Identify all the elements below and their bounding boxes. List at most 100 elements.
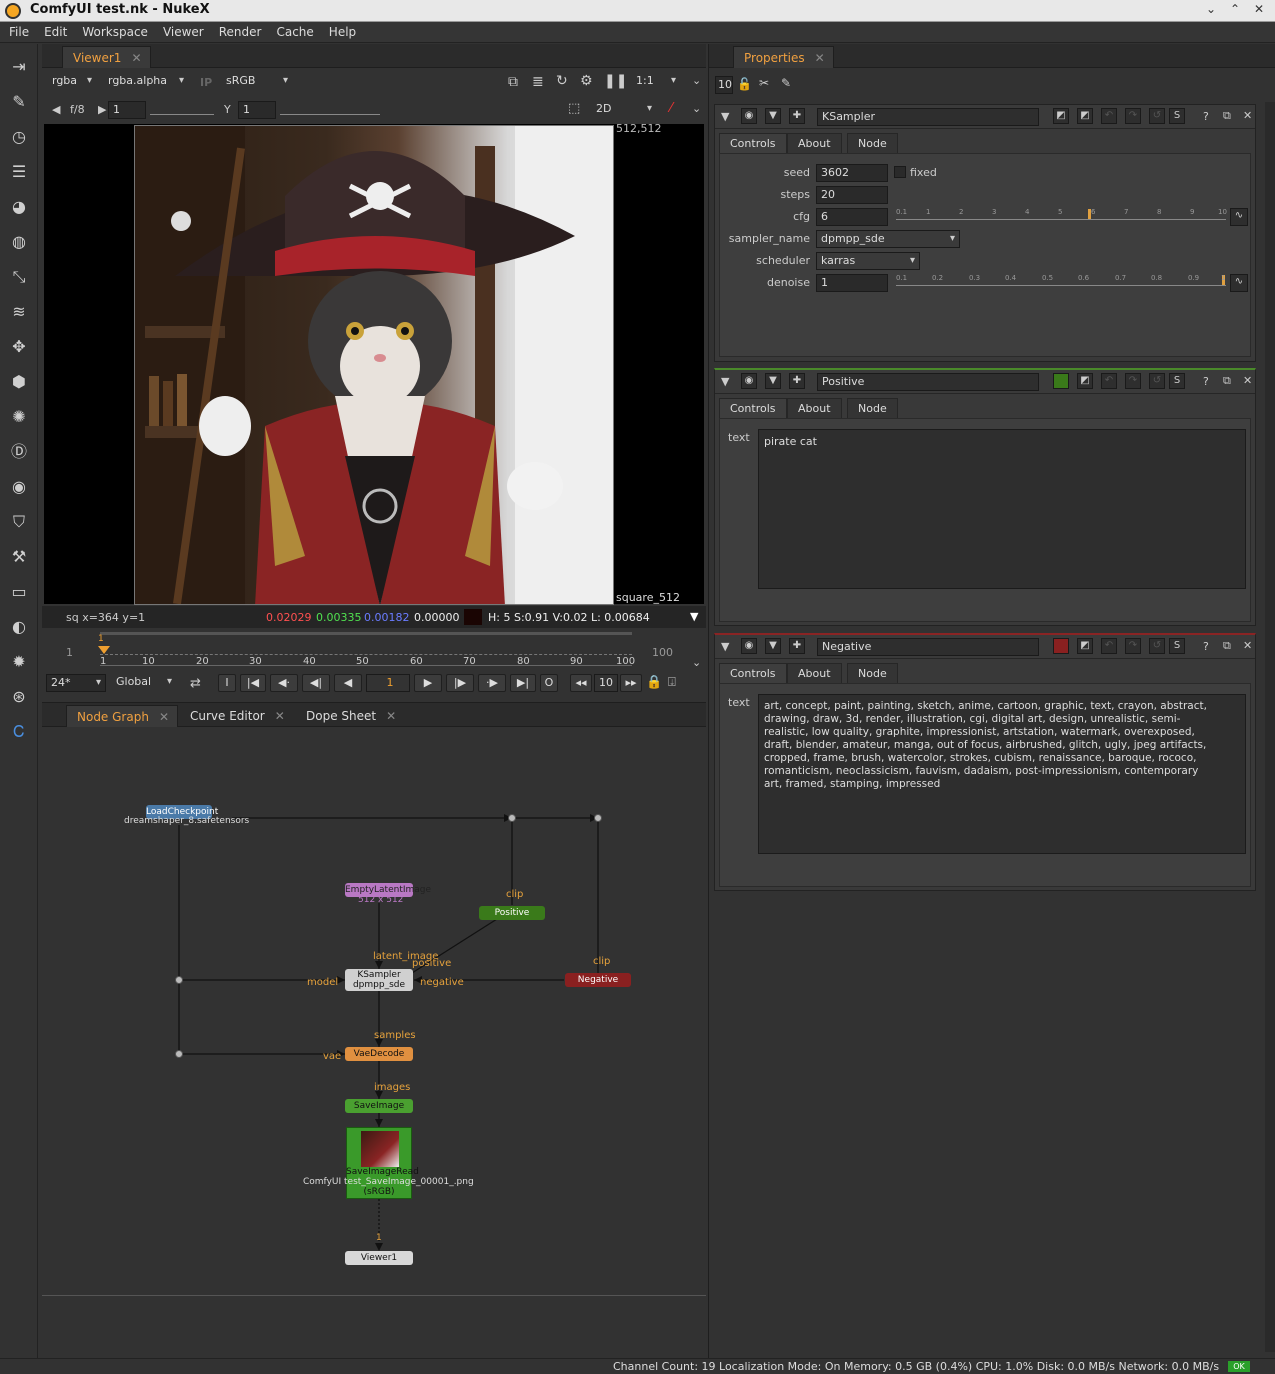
close-tab-icon[interactable]: ✕ [815, 51, 825, 65]
in-point-button[interactable]: I [218, 674, 236, 692]
gain-slider[interactable] [150, 101, 214, 115]
prev-keyframe-icon[interactable]: ◀· [270, 674, 298, 692]
tab-about[interactable]: About [787, 663, 842, 683]
colorspace-dropdown[interactable]: sRGB [222, 73, 292, 91]
tab-node[interactable]: Node [847, 133, 898, 153]
close-icon[interactable]: ✕ [1248, 2, 1270, 20]
timeline-expand-icon[interactable]: ⌄ [692, 656, 701, 669]
roi-box-icon[interactable]: ⬚ [568, 101, 580, 116]
dot-node[interactable] [175, 976, 183, 984]
close-tab-icon[interactable]: ✕ [159, 710, 169, 724]
font-color-icon[interactable]: ◩ [1077, 638, 1093, 654]
gamma-slider[interactable] [280, 101, 380, 115]
cara-icon[interactable]: ✹ [8, 651, 30, 673]
tile-color-icon[interactable] [1053, 638, 1069, 654]
paint-icon[interactable]: ⁄ [670, 101, 672, 116]
lock-icon[interactable]: 🔒 [646, 675, 662, 690]
flipbook-icon[interactable]: ⍗ [668, 675, 676, 690]
3d-icon[interactable]: ⬢ [8, 371, 30, 393]
step-back-icon[interactable]: ◂◂ [570, 674, 592, 692]
out-point-button[interactable]: O [540, 674, 558, 692]
menu-cache[interactable]: Cache [267, 22, 319, 39]
first-frame-icon[interactable]: |◀ [240, 674, 266, 692]
merge-icon[interactable]: ≋ [8, 301, 30, 323]
denoise-curve-icon[interactable]: ∿ [1230, 274, 1248, 292]
redo-icon[interactable]: ↷ [1125, 373, 1141, 389]
tab-node-graph[interactable]: Node Graph ✕ [66, 705, 179, 727]
maximize-icon[interactable]: ⌃ [1224, 2, 1246, 20]
color-icon[interactable]: ◕ [8, 196, 30, 218]
denoise-field[interactable]: 1 [816, 274, 888, 292]
zoom-dropdown[interactable]: 1:1 [632, 73, 680, 91]
close-panel-icon[interactable]: ✕ [1243, 109, 1252, 122]
negative-text-area[interactable]: art, concept, paint, painting, sketch, a… [758, 694, 1246, 854]
node-negative[interactable]: Negative [565, 973, 631, 987]
tab-controls[interactable]: Controls [719, 398, 787, 418]
deep-icon[interactable]: Ⓓ [8, 441, 30, 463]
help-icon[interactable]: ? [1203, 375, 1209, 388]
transform-icon[interactable]: ✥ [8, 336, 30, 358]
filter-icon[interactable]: ◍ [8, 231, 30, 253]
tab-controls[interactable]: Controls [719, 663, 787, 683]
keyer-icon[interactable]: ⤡ [8, 266, 30, 288]
float-icon[interactable]: ⧉ [1223, 109, 1231, 123]
menu-workspace[interactable]: Workspace [73, 22, 154, 39]
close-panel-icon[interactable]: ✕ [1243, 374, 1252, 387]
node-ksampler[interactable]: KSampler dpmpp_sde [345, 969, 413, 991]
ksampler-name-field[interactable]: KSampler [817, 108, 1039, 126]
color-picker-icon[interactable]: ✚ [789, 638, 805, 654]
dot-node[interactable] [508, 814, 516, 822]
center-node-icon[interactable]: ◉ [741, 373, 757, 389]
close-tab-icon[interactable]: ✕ [131, 51, 141, 65]
node-viewer1[interactable]: Viewer1 [345, 1251, 413, 1265]
node-vae-decode[interactable]: VaeDecode [345, 1047, 413, 1061]
dot-node[interactable] [594, 814, 602, 822]
revert-icon[interactable]: ↺ [1149, 373, 1165, 389]
edit-icon[interactable]: ✎ [781, 76, 791, 90]
seed-field[interactable]: 3602 [816, 164, 888, 182]
undo-icon[interactable]: ↶ [1101, 638, 1117, 654]
collapse-icon[interactable]: ▼ [721, 110, 729, 123]
cfg-slider[interactable]: 0.1 1 2 3 4 5 6 7 8 9 10 [896, 206, 1227, 220]
close-tab-icon[interactable]: ✕ [386, 709, 396, 723]
scheduler-dropdown[interactable]: karras [816, 252, 920, 270]
close-tab-icon[interactable]: ✕ [275, 709, 285, 723]
undo-icon[interactable]: ↶ [1101, 108, 1117, 124]
toolsets-icon[interactable]: ⚒ [8, 546, 30, 568]
node-save-image[interactable]: SaveImage [345, 1099, 413, 1113]
ocula-icon[interactable]: ⊛ [8, 686, 30, 708]
center-node-icon[interactable]: ◉ [741, 108, 757, 124]
font-color-icon[interactable]: ◩ [1077, 108, 1093, 124]
step-forward-icon[interactable]: ▸▸ [620, 674, 642, 692]
playhead-marker[interactable] [98, 646, 110, 654]
lock-icon[interactable]: 🔓 [737, 77, 752, 91]
step-field[interactable]: 10 [594, 674, 618, 692]
input-icon[interactable]: ▼ [765, 638, 781, 654]
revert-icon[interactable]: ↺ [1149, 638, 1165, 654]
float-icon[interactable]: ⧉ [1223, 639, 1231, 653]
max-panels-field[interactable]: 10 [715, 76, 733, 94]
tab-viewer1[interactable]: Viewer1 ✕ [62, 46, 151, 68]
last-frame-icon[interactable]: ▶| [510, 674, 536, 692]
fstop-left-icon[interactable]: ◀ [52, 103, 60, 116]
play-backward-icon[interactable]: ◀ [334, 674, 362, 692]
draw-icon[interactable]: ✎ [8, 91, 30, 113]
menu-edit[interactable]: Edit [35, 22, 73, 39]
scope-dropdown[interactable]: Global [112, 674, 176, 692]
menu-help[interactable]: Help [320, 22, 362, 39]
center-node-icon[interactable]: ◉ [741, 638, 757, 654]
metadata-icon[interactable]: ⛉ [8, 511, 30, 533]
tab-curve-editor[interactable]: Curve Editor ✕ [180, 705, 293, 727]
redo-icon[interactable]: ↷ [1125, 638, 1141, 654]
expand-2-icon[interactable]: ⌄ [692, 102, 701, 115]
tile-color-icon[interactable] [1053, 373, 1069, 389]
undo-icon[interactable]: ↶ [1101, 373, 1117, 389]
play-forward-icon[interactable]: ▶ [414, 674, 442, 692]
channel-icon[interactable]: ☰ [8, 161, 30, 183]
expand-icon[interactable]: ⌄ [692, 74, 701, 87]
font-color-icon[interactable]: ◩ [1077, 373, 1093, 389]
refresh-icon[interactable]: ↻ [556, 73, 568, 89]
fstop-right-icon[interactable]: ▶ [98, 103, 106, 116]
timeline-ruler[interactable]: 1 1 10 20 30 40 50 60 70 80 90 100 [98, 632, 635, 667]
redo-icon[interactable]: ↷ [1125, 108, 1141, 124]
